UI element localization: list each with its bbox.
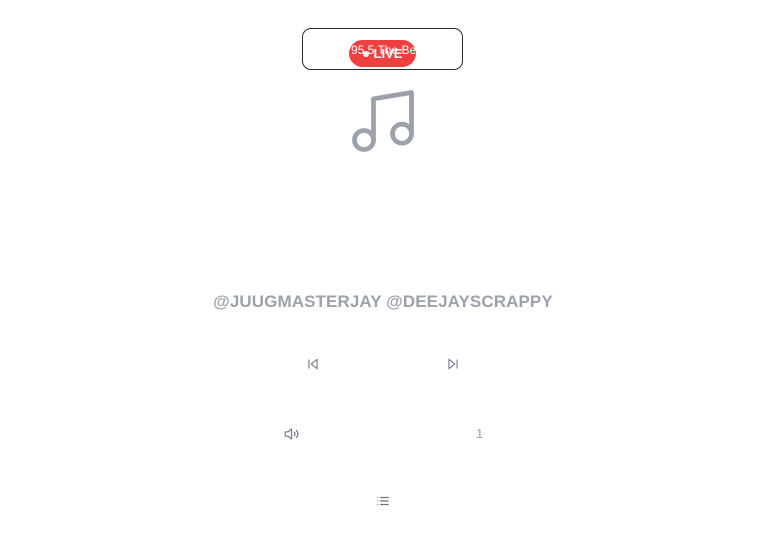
skip-back-icon [308,358,318,370]
artist-name: @JUUGMASTERJAY @DEEJAYSCRAPPY [213,292,553,311]
listener-count: 1 [476,426,484,441]
playlist-button[interactable] [375,495,391,509]
previous-button[interactable] [305,357,321,371]
station-name: 95.5 The Beat [351,43,421,57]
volume-icon [284,428,298,440]
volume-button[interactable] [282,427,300,441]
list-icon [377,496,389,506]
music-note-icon [352,90,414,152]
skip-forward-icon [448,358,458,370]
next-button[interactable] [445,357,461,371]
player-stage: LIVE 95.5 The Beat @JUUGMASTERJAY @DEEJA… [0,0,766,548]
